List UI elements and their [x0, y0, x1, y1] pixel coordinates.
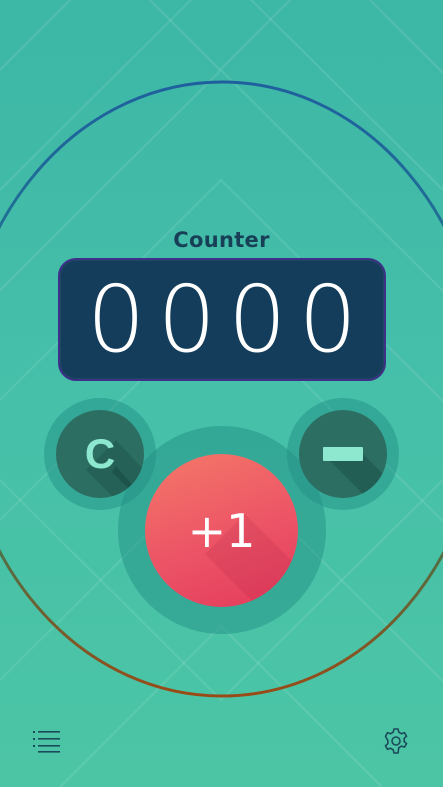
list-icon	[33, 731, 60, 753]
app-screen: Counter 0000 C +1	[0, 0, 443, 787]
menu-button[interactable]	[31, 725, 63, 757]
increment-label: +1	[187, 503, 256, 558]
counter-value: 0000	[86, 265, 370, 373]
clear-label: C	[84, 430, 116, 477]
counter-display: 0000	[58, 258, 386, 381]
background-pattern	[0, 0, 443, 787]
decrement-button[interactable]	[299, 410, 387, 498]
gear-icon	[384, 728, 408, 754]
settings-button[interactable]	[380, 725, 412, 757]
clear-button[interactable]: C	[56, 410, 144, 498]
minus-icon	[323, 447, 363, 461]
increment-button[interactable]: +1	[145, 454, 298, 607]
page-title: Counter	[173, 228, 270, 252]
